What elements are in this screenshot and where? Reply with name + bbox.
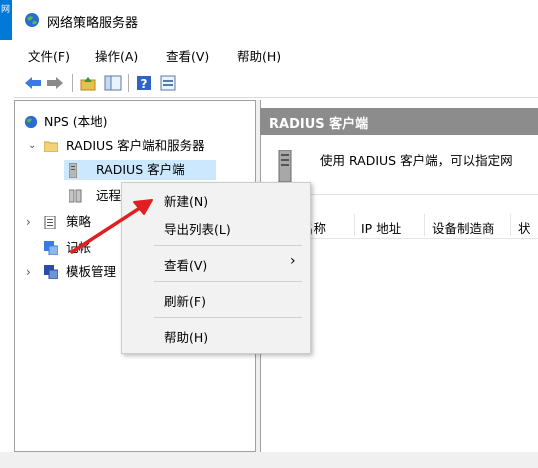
toolbar: ? (14, 68, 538, 98)
accounting-icon (44, 241, 58, 255)
expand-chevron-icon[interactable]: ⌄ (28, 136, 36, 156)
up-folder-icon[interactable] (80, 75, 96, 91)
svg-text:?: ? (141, 77, 148, 91)
menu-file[interactable]: 文件(F) (28, 46, 70, 65)
tree-item-radius-group[interactable]: ⌄ RADIUS 客户端和服务器 (22, 136, 252, 156)
nps-globe-icon (24, 115, 38, 129)
ctx-view[interactable]: 查看(V) (164, 255, 207, 274)
taskbar-edge: 网 (0, 0, 12, 40)
menu-bar: 文件(F) 操作(A) 查看(V) 帮助(H) (14, 40, 538, 68)
corner-label: 网 (1, 5, 11, 15)
column-header-ip[interactable]: IP 地址 (361, 218, 401, 237)
column-header-vendor[interactable]: 设备制造商 (432, 218, 495, 237)
tree-label-policies: 策略 (66, 214, 92, 229)
window-title: 网络策略服务器 (47, 16, 139, 31)
bottom-edge (0, 452, 538, 468)
folder-icon (44, 141, 58, 152)
menu-view[interactable]: 查看(V) (166, 46, 209, 65)
server-icon (69, 163, 77, 178)
template-management-icon (44, 265, 58, 279)
tree-item-templates[interactable]: › 模板管理 (22, 262, 122, 282)
forward-arrow-icon[interactable] (46, 76, 64, 90)
menu-help[interactable]: 帮助(H) (237, 46, 281, 65)
expand-arrow-icon[interactable]: › (26, 262, 31, 282)
policy-document-icon (44, 216, 56, 229)
tree-label-radius-group: RADIUS 客户端和服务器 (66, 138, 205, 153)
ctx-export-list[interactable]: 导出列表(L) (164, 219, 231, 238)
tree-label-remote: 远程 (96, 188, 122, 203)
tree-label-nps: NPS (本地) (44, 114, 108, 129)
ctx-new[interactable]: 新建(N) (164, 191, 208, 210)
help-icon[interactable]: ? (136, 75, 152, 91)
submenu-arrow-icon: › (290, 253, 296, 269)
nps-app-icon (25, 13, 39, 27)
tree-item-accounting[interactable]: 记帐 (22, 238, 122, 258)
server-icon (278, 150, 292, 182)
info-text: 使用 RADIUS 客户端，可以指定网 (320, 153, 513, 168)
remote-server-group-icon (69, 189, 82, 203)
tree-item-policies[interactable]: › 策略 (22, 212, 122, 232)
show-hide-tree-icon[interactable] (104, 75, 122, 91)
details-header-title: RADIUS 客户端 (269, 117, 369, 132)
context-menu: 新建(N) 导出列表(L) 查看(V) › 刷新(F) 帮助(H) (121, 182, 311, 354)
back-arrow-icon[interactable] (24, 76, 42, 90)
menu-action[interactable]: 操作(A) (95, 46, 138, 65)
tree-item-nps[interactable]: NPS (本地) (22, 112, 242, 132)
properties-icon[interactable] (160, 75, 176, 91)
tree-item-remote[interactable]: 远程 (64, 186, 124, 206)
ctx-help[interactable]: 帮助(H) (164, 327, 208, 346)
expand-arrow-icon[interactable]: › (26, 212, 31, 232)
tree-label-accounting: 记帐 (66, 240, 92, 255)
ctx-refresh[interactable]: 刷新(F) (164, 291, 206, 310)
tree-label-radius-clients: RADIUS 客户端 (96, 162, 185, 177)
column-header-status[interactable]: 状 (518, 218, 531, 237)
tree-label-templates: 模板管理 (66, 264, 117, 279)
tree-item-radius-clients[interactable]: RADIUS 客户端 (64, 160, 216, 180)
